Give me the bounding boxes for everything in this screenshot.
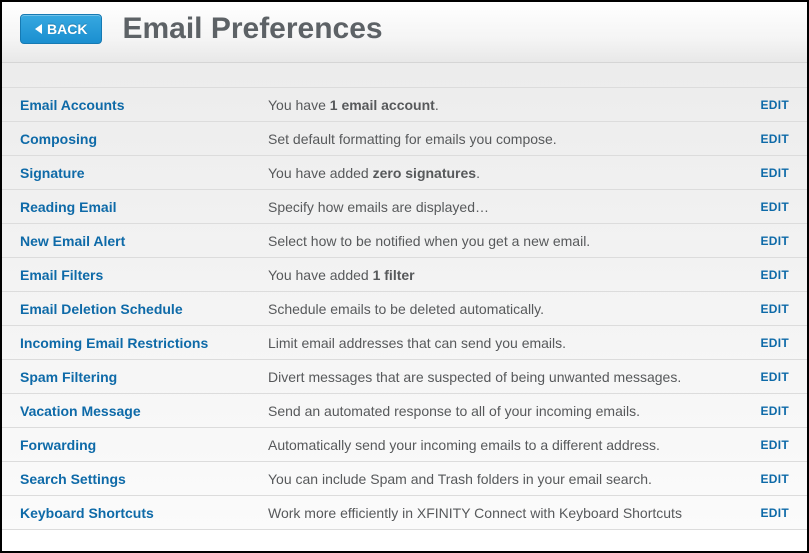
chevron-left-icon [35, 24, 42, 34]
description-pre: You have added [268, 267, 373, 283]
preference-label[interactable]: New Email Alert [20, 233, 268, 249]
preferences-list: Email AccountsYou have 1 email account.E… [2, 87, 807, 530]
preference-description: Specify how emails are displayed… [268, 199, 760, 215]
preference-label[interactable]: Email Accounts [20, 97, 268, 113]
description-bold: 1 email account [330, 97, 435, 113]
description-pre: Select how to be notified when you get a… [268, 233, 590, 249]
preference-row: New Email AlertSelect how to be notified… [2, 224, 807, 258]
preference-description: You have added 1 filter [268, 267, 760, 283]
edit-link[interactable]: EDIT [760, 302, 789, 316]
preferences-content: Email AccountsYou have 1 email account.E… [2, 63, 807, 530]
preference-label[interactable]: Email Deletion Schedule [20, 301, 268, 317]
preference-label[interactable]: Vacation Message [20, 403, 268, 419]
description-post: . [435, 97, 439, 113]
edit-link[interactable]: EDIT [760, 404, 789, 418]
preference-row: Email AccountsYou have 1 email account.E… [2, 88, 807, 122]
preference-label[interactable]: Reading Email [20, 199, 268, 215]
preference-label[interactable]: Forwarding [20, 437, 268, 453]
edit-link[interactable]: EDIT [760, 98, 789, 112]
preference-description: Automatically send your incoming emails … [268, 437, 760, 453]
description-pre: You can include Spam and Trash folders i… [268, 471, 652, 487]
preference-row: Search SettingsYou can include Spam and … [2, 462, 807, 496]
preference-row: Vacation MessageSend an automated respon… [2, 394, 807, 428]
edit-link[interactable]: EDIT [760, 132, 789, 146]
preference-row: ForwardingAutomatically send your incomi… [2, 428, 807, 462]
preference-row: SignatureYou have added zero signatures.… [2, 156, 807, 190]
preference-label[interactable]: Incoming Email Restrictions [20, 335, 268, 351]
preference-description: Limit email addresses that can send you … [268, 335, 760, 351]
preference-description: You have added zero signatures. [268, 165, 760, 181]
preference-row: Email FiltersYou have added 1 filterEDIT [2, 258, 807, 292]
description-bold: 1 filter [373, 267, 415, 283]
description-pre: Schedule emails to be deleted automatica… [268, 301, 544, 317]
description-pre: Specify how emails are displayed… [268, 199, 489, 215]
back-button[interactable]: BACK [20, 14, 102, 44]
preference-row: Spam FilteringDivert messages that are s… [2, 360, 807, 394]
preference-description: Set default formatting for emails you co… [268, 131, 760, 147]
preference-description: You have 1 email account. [268, 97, 760, 113]
description-pre: You have [268, 97, 330, 113]
description-pre: Divert messages that are suspected of be… [268, 369, 681, 385]
page-title: Email Preferences [122, 12, 382, 46]
description-pre: Limit email addresses that can send you … [268, 335, 566, 351]
preference-label[interactable]: Search Settings [20, 471, 268, 487]
edit-link[interactable]: EDIT [760, 336, 789, 350]
description-pre: Automatically send your incoming emails … [268, 437, 660, 453]
preference-label[interactable]: Composing [20, 131, 268, 147]
preference-description: You can include Spam and Trash folders i… [268, 471, 760, 487]
page-header: BACK Email Preferences [2, 2, 807, 63]
preference-label[interactable]: Signature [20, 165, 268, 181]
preference-description: Schedule emails to be deleted automatica… [268, 301, 760, 317]
preference-row: Incoming Email RestrictionsLimit email a… [2, 326, 807, 360]
preference-row: Reading EmailSpecify how emails are disp… [2, 190, 807, 224]
edit-link[interactable]: EDIT [760, 200, 789, 214]
preference-label[interactable]: Keyboard Shortcuts [20, 505, 268, 521]
edit-link[interactable]: EDIT [760, 506, 789, 520]
description-bold: zero signatures [373, 165, 476, 181]
preference-description: Send an automated response to all of you… [268, 403, 760, 419]
edit-link[interactable]: EDIT [760, 268, 789, 282]
edit-link[interactable]: EDIT [760, 234, 789, 248]
edit-link[interactable]: EDIT [760, 166, 789, 180]
description-pre: Set default formatting for emails you co… [268, 131, 557, 147]
edit-link[interactable]: EDIT [760, 472, 789, 486]
description-pre: You have added [268, 165, 373, 181]
preference-row: Email Deletion ScheduleSchedule emails t… [2, 292, 807, 326]
preference-label[interactable]: Email Filters [20, 267, 268, 283]
preference-description: Work more efficiently in XFINITY Connect… [268, 505, 760, 521]
back-button-label: BACK [47, 21, 87, 37]
description-pre: Work more efficiently in XFINITY Connect… [268, 505, 682, 521]
edit-link[interactable]: EDIT [760, 370, 789, 384]
preference-description: Divert messages that are suspected of be… [268, 369, 760, 385]
description-post: . [476, 165, 480, 181]
preference-row: Keyboard ShortcutsWork more efficiently … [2, 496, 807, 530]
preference-description: Select how to be notified when you get a… [268, 233, 760, 249]
edit-link[interactable]: EDIT [760, 438, 789, 452]
preference-row: ComposingSet default formatting for emai… [2, 122, 807, 156]
preference-label[interactable]: Spam Filtering [20, 369, 268, 385]
description-pre: Send an automated response to all of you… [268, 403, 640, 419]
